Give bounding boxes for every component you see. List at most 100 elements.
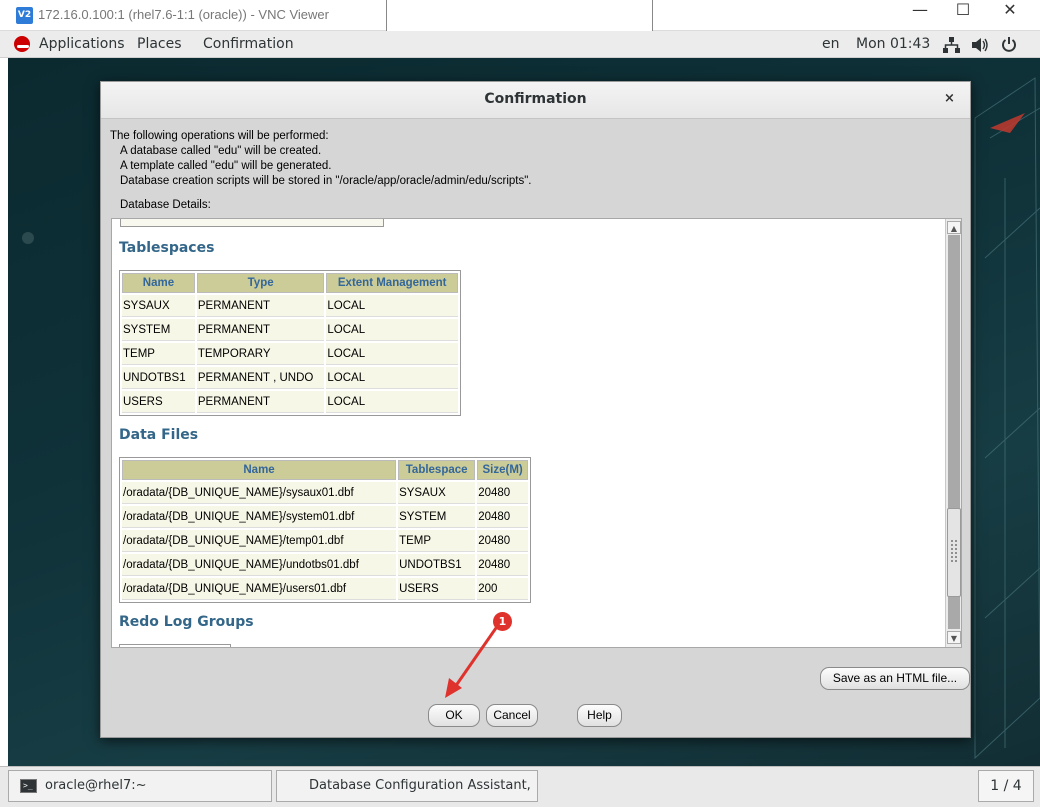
help-button[interactable]: Help [577, 704, 622, 727]
table-cell: LOCAL [326, 391, 458, 413]
table-cell: /oradata/{DB_UNIQUE_NAME}/system01.dbf [122, 506, 397, 528]
table-cell: LOCAL [326, 367, 458, 389]
dialog-close-button[interactable]: × [944, 91, 955, 106]
table-cell: SYSAUX [398, 482, 476, 504]
scroll-down-arrow-icon[interactable]: ▼ [947, 631, 961, 644]
redo-log-groups-heading: Redo Log Groups [119, 614, 254, 630]
operations-summary: The following operations will be perform… [110, 129, 532, 189]
ok-button[interactable]: OK [428, 704, 480, 727]
taskbar: >_ oracle@rhel7:~ Database Configuration… [0, 766, 1040, 807]
table-cell: LOCAL [326, 295, 458, 317]
table-row: USERS PERMANENT LOCAL [122, 391, 458, 413]
table-row: TEMP TEMPORARY LOCAL [122, 343, 458, 365]
table-header-row: Name Type Extent Management [122, 273, 458, 293]
database-details-label: Database Details: [120, 199, 211, 211]
vnc-logo-icon: V2 [16, 7, 33, 24]
app-menu-confirmation[interactable]: Confirmation [203, 36, 294, 52]
taskbar-item-label: oracle@rhel7:~ [45, 778, 147, 793]
datafiles-table: Name Tablespace Size(M) /oradata/{DB_UNI… [119, 457, 531, 603]
column-header: Extent Management [326, 273, 458, 293]
table-row: /oradata/{DB_UNIQUE_NAME}/undotbs01.dbf … [122, 554, 528, 576]
table-cell: /oradata/{DB_UNIQUE_NAME}/undotbs01.dbf [122, 554, 397, 576]
grip-icon [950, 539, 958, 563]
summary-line: A template called "edu" will be generate… [120, 160, 332, 172]
table-cell: 20480 [477, 530, 528, 552]
table-cell: PERMANENT [196, 295, 325, 317]
table-cell: 200 [477, 578, 528, 600]
taskbar-item-label: Database Configuration Assistant, St... [309, 778, 531, 793]
scroll-up-arrow-icon[interactable]: ▲ [947, 221, 961, 234]
column-header: Size(M) [477, 460, 528, 480]
places-menu[interactable]: Places [137, 36, 182, 52]
dialog-title: Confirmation [484, 91, 587, 107]
table-row: SYSAUX PERMANENT LOCAL [122, 295, 458, 317]
table-cell: LOCAL [326, 343, 458, 365]
volume-icon[interactable] [971, 37, 989, 53]
column-header: Name [122, 460, 397, 480]
annotation-marker: 1 [493, 612, 512, 631]
taskbar-item-dbca[interactable]: Database Configuration Assistant, St... [276, 770, 538, 802]
save-as-html-button[interactable]: Save as an HTML file... [820, 667, 970, 690]
workspace-pager[interactable]: 1 / 4 [978, 770, 1034, 802]
dialog-header: Confirmation × [101, 82, 970, 119]
tablespaces-table: Name Type Extent Management SYSAUX PERMA… [119, 270, 461, 416]
network-icon[interactable] [943, 37, 960, 53]
terminal-icon: >_ [20, 779, 37, 793]
details-scroll-pane[interactable]: Tablespaces Name Type Extent Management … [111, 218, 962, 648]
language-indicator[interactable]: en [822, 36, 840, 52]
table-cell: /oradata/{DB_UNIQUE_NAME}/temp01.dbf [122, 530, 397, 552]
table-row: /oradata/{DB_UNIQUE_NAME}/temp01.dbf TEM… [122, 530, 528, 552]
table-cell: SYSTEM [122, 319, 195, 341]
column-header: Tablespace [398, 460, 476, 480]
summary-line: Database creation scripts will be stored… [120, 175, 532, 187]
table-cell: PERMANENT , UNDO [196, 367, 325, 389]
table-row: /oradata/{DB_UNIQUE_NAME}/sysaux01.dbf S… [122, 482, 528, 504]
gnome-top-bar: Applications Places Confirmation en Mon … [0, 31, 1040, 58]
table-cell: UNDOTBS1 [398, 554, 476, 576]
scrollbar-thumb[interactable] [947, 508, 961, 597]
column-header: Type [196, 273, 325, 293]
table-cell: TEMP [398, 530, 476, 552]
background-window-edge [0, 58, 8, 766]
table-cell: PERMANENT [196, 391, 325, 413]
datafiles-heading: Data Files [119, 427, 199, 443]
table-cell: TEMPORARY [196, 343, 325, 365]
table-cell: UNDOTBS1 [122, 367, 195, 389]
column-header: Name [122, 273, 195, 293]
summary-line: A database called "edu" will be created. [120, 145, 322, 157]
table-row: /oradata/{DB_UNIQUE_NAME}/users01.dbf US… [122, 578, 528, 600]
applications-menu[interactable]: Applications [39, 36, 125, 52]
maximize-button[interactable]: ☐ [940, 0, 986, 31]
vnc-window-title: 172.16.0.100:1 (rhel7.6-1:1 (oracle)) - … [38, 7, 329, 22]
table-row: /oradata/{DB_UNIQUE_NAME}/system01.dbf S… [122, 506, 528, 528]
table-cell: USERS [398, 578, 476, 600]
vertical-scrollbar[interactable]: ▲ ▼ [945, 219, 961, 647]
table-header-row: Name Tablespace Size(M) [122, 460, 528, 480]
taskbar-item-terminal[interactable]: >_ oracle@rhel7:~ [8, 770, 272, 802]
table-row: SYSTEM PERMANENT LOCAL [122, 319, 458, 341]
table-cell: PERMANENT [196, 319, 325, 341]
table-cell: TEMP [122, 343, 195, 365]
table-cell: USERS [122, 391, 195, 413]
tablespaces-heading: Tablespaces [119, 240, 215, 256]
table-cell: SYSTEM [398, 506, 476, 528]
redo-log-table-fragment [119, 644, 231, 647]
table-cell: LOCAL [326, 319, 458, 341]
confirmation-dialog: Confirmation × The following operations … [100, 81, 971, 738]
table-cell: SYSAUX [122, 295, 195, 317]
vnc-toolbar-field [386, 0, 653, 33]
close-window-button[interactable]: ✕ [987, 0, 1033, 31]
table-row: UNDOTBS1 PERMANENT , UNDO LOCAL [122, 367, 458, 389]
vnc-title-bar: V2 172.16.0.100:1 (rhel7.6-1:1 (oracle))… [0, 0, 1040, 33]
table-cell: /oradata/{DB_UNIQUE_NAME}/sysaux01.dbf [122, 482, 397, 504]
table-cell: /oradata/{DB_UNIQUE_NAME}/users01.dbf [122, 578, 397, 600]
table-cell: 20480 [477, 554, 528, 576]
table-cell: 20480 [477, 506, 528, 528]
clock[interactable]: Mon 01:43 [856, 36, 930, 52]
power-icon[interactable] [1001, 36, 1017, 53]
summary-heading: The following operations will be perform… [110, 130, 329, 142]
table-cell: 20480 [477, 482, 528, 504]
minimize-button[interactable]: — [897, 0, 943, 31]
cancel-button[interactable]: Cancel [486, 704, 538, 727]
previous-table-fragment [120, 219, 384, 227]
